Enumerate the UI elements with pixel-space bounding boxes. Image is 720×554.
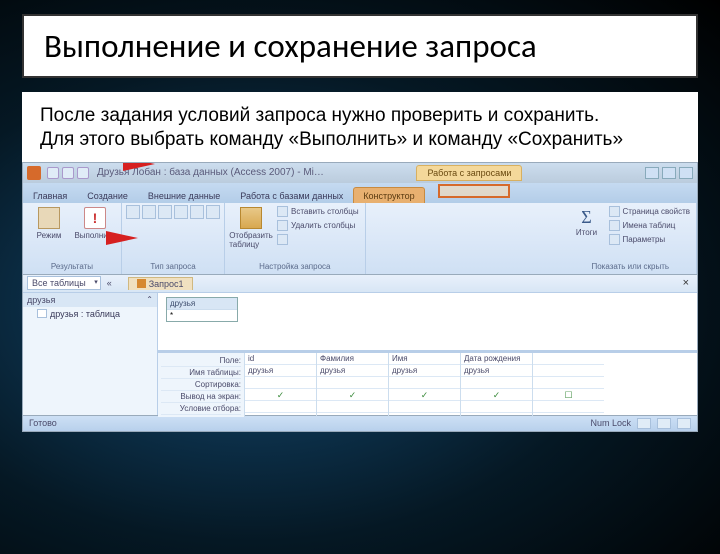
slide-body: После задания условий запроса нужно пров… [22, 92, 698, 162]
tab-design[interactable]: Конструктор [353, 187, 424, 203]
status-bar: Готово Num Lock [23, 415, 697, 431]
datasheet-view-icon [38, 207, 60, 229]
sigma-icon: Σ [581, 207, 591, 228]
close-button[interactable] [679, 167, 693, 179]
group-label-setup: Настройка запроса [229, 262, 361, 272]
query-document-tab[interactable]: Запрос1 [128, 277, 193, 290]
delete-column-icon [277, 220, 288, 231]
grid-columns: id друзья ✓ Фамилия друзья ✓ Имя [244, 353, 697, 417]
select-query-icon[interactable] [126, 205, 140, 219]
delete-columns-button[interactable]: Удалить столбцы [275, 219, 361, 232]
table-title: друзья [167, 298, 237, 309]
nav-header: Все таблицы « Запрос1 × [23, 275, 697, 293]
ribbon-group-setup: Отобразить таблицу Вставить столбцы Удал… [225, 203, 366, 274]
maximize-button[interactable] [662, 167, 676, 179]
show-table-button[interactable]: Отобразить таблицу [229, 205, 273, 251]
qat-save-icon[interactable] [47, 167, 59, 179]
window-titlebar: Друзья Лобан : база данных (Access 2007)… [23, 163, 697, 183]
totals-button[interactable]: Σ Итоги [569, 205, 605, 239]
row-criteria: Условие отбора: [161, 403, 241, 415]
grid-col-3[interactable]: Имя друзья ✓ [388, 353, 460, 417]
body-line2: Для этого выбрать команду «Выполнить» и … [40, 128, 680, 152]
access-window: Друзья Лобан : база данных (Access 2007)… [22, 162, 698, 432]
return-button[interactable] [275, 233, 361, 246]
append-query-icon[interactable] [158, 205, 172, 219]
ribbon-tabs: Главная Создание Внешние данные Работа с… [23, 183, 697, 203]
row-table: Имя таблицы: [161, 367, 241, 379]
nav-group-header[interactable]: друзья ⌃ [23, 293, 157, 307]
navigation-pane: друзья ⌃ друзья : таблица [23, 293, 158, 415]
tab-home[interactable]: Главная [23, 187, 77, 203]
qbe-grid: Поле: Имя таблицы: Сортировка: Вывод на … [158, 353, 697, 417]
doc-close-button[interactable]: × [679, 277, 693, 289]
group-label-querytype: Тип запроса [126, 262, 220, 272]
workspace: друзья ⌃ друзья : таблица друзья * Поле:… [23, 293, 697, 415]
table-field[interactable]: * [167, 309, 237, 321]
highlight-design-tab [438, 184, 510, 198]
parameters-icon [609, 234, 620, 245]
row-show: Вывод на экран: [161, 391, 241, 403]
status-text: Готово [29, 418, 57, 428]
view-sql-icon[interactable] [657, 418, 671, 429]
tab-external[interactable]: Внешние данные [138, 187, 230, 203]
office-button-icon[interactable] [27, 166, 41, 180]
delete-query-icon[interactable] [206, 205, 220, 219]
query-tab-icon [137, 279, 146, 288]
row-sort: Сортировка: [161, 379, 241, 391]
property-sheet-button[interactable]: Страница свойств [607, 205, 692, 218]
grid-col-2[interactable]: Фамилия друзья ✓ [316, 353, 388, 417]
show-checkbox[interactable]: ✓ [461, 389, 532, 401]
annotation-arrow-save-icon [123, 162, 155, 171]
show-checkbox[interactable]: ✓ [389, 389, 460, 401]
table-names-button[interactable]: Имена таблиц [607, 219, 692, 232]
body-line1: После задания условий запроса нужно пров… [40, 104, 680, 128]
group-label-results: Результаты [27, 262, 117, 272]
run-exclamation-icon: ! [84, 207, 106, 229]
nav-collapse-button[interactable]: « [107, 278, 112, 288]
insert-column-icon [277, 206, 288, 217]
insert-columns-button[interactable]: Вставить столбцы [275, 205, 361, 218]
show-table-icon [240, 207, 262, 229]
view-datasheet-icon[interactable] [637, 418, 651, 429]
show-checkbox[interactable]: ✓ [245, 389, 316, 401]
return-icon [277, 234, 288, 245]
nav-item-table[interactable]: друзья : таблица [23, 307, 157, 321]
window-controls [645, 167, 693, 179]
ribbon-group-showhide: Σ Итоги Страница свойств Имена таблиц Па… [565, 203, 697, 274]
update-query-icon[interactable] [174, 205, 188, 219]
grid-col-empty[interactable]: ☐ [532, 353, 604, 417]
view-button[interactable]: Режим [27, 205, 71, 242]
minimize-button[interactable] [645, 167, 659, 179]
grid-row-labels: Поле: Имя таблицы: Сортировка: Вывод на … [158, 353, 244, 417]
quick-access-toolbar [47, 167, 89, 179]
group-label-showhide: Показать или скрыть [569, 262, 692, 272]
view-design-icon[interactable] [677, 418, 691, 429]
crosstab-query-icon[interactable] [190, 205, 204, 219]
query-design-surface: друзья * Поле: Имя таблицы: Сортировка: … [158, 293, 697, 415]
chevron-up-icon: ⌃ [146, 295, 153, 304]
table-icon [37, 309, 47, 318]
ribbon: Режим ! Выполнить Результаты Тип запроса [23, 203, 697, 275]
grid-col-4[interactable]: Дата рождения друзья ✓ [460, 353, 532, 417]
context-tab-query-tools: Работа с запросами [416, 165, 522, 181]
grid-col-1[interactable]: id друзья ✓ [244, 353, 316, 417]
qat-undo-icon[interactable] [62, 167, 74, 179]
table-names-icon [609, 220, 620, 231]
property-icon [609, 206, 620, 217]
slide-title-box: Выполнение и сохранение запроса [22, 14, 698, 78]
tab-dbtools[interactable]: Работа с базами данных [230, 187, 353, 203]
show-checkbox[interactable]: ✓ [317, 389, 388, 401]
annotation-arrow-run-icon [106, 231, 138, 245]
show-checkbox-empty[interactable]: ☐ [533, 389, 604, 401]
maketable-query-icon[interactable] [142, 205, 156, 219]
parameters-button[interactable]: Параметры [607, 233, 692, 246]
table-field-list[interactable]: друзья * [166, 297, 238, 322]
row-field: Поле: [161, 355, 241, 367]
nav-category-dropdown[interactable]: Все таблицы [27, 276, 101, 290]
qat-redo-icon[interactable] [77, 167, 89, 179]
tab-create[interactable]: Создание [77, 187, 138, 203]
slide-title: Выполнение и сохранение запроса [44, 26, 676, 66]
tables-area[interactable]: друзья * [158, 293, 697, 353]
numlock-indicator: Num Lock [590, 418, 631, 428]
